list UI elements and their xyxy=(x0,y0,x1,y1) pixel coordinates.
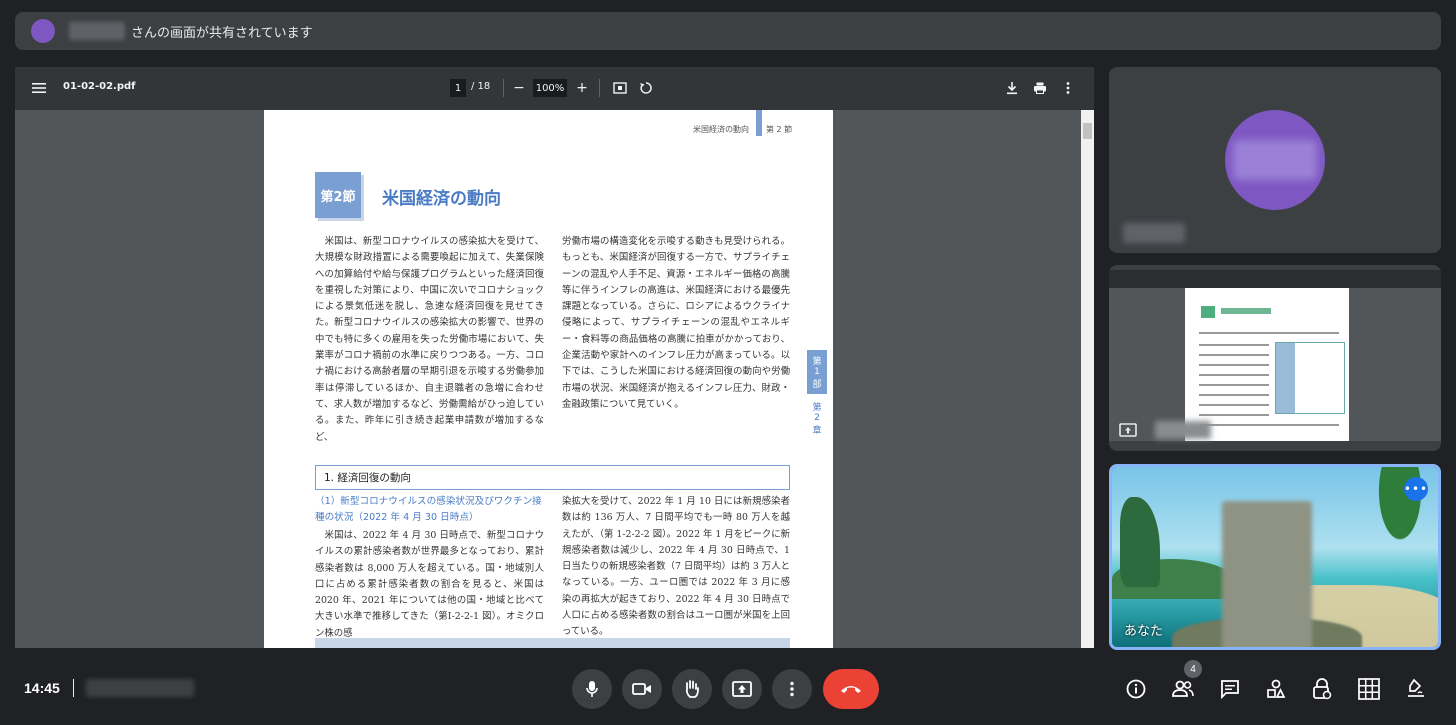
presenter-tile[interactable] xyxy=(1109,265,1441,451)
chat-icon xyxy=(1221,680,1239,699)
divider xyxy=(73,679,74,697)
running-head-bar xyxy=(756,110,762,136)
zoom-out-icon[interactable]: − xyxy=(510,78,528,98)
more-actions-button[interactable] xyxy=(772,669,812,709)
self-video-tile[interactable]: あなた ••• xyxy=(1109,464,1441,650)
page-total: / 18 xyxy=(471,81,491,92)
shared-screen-pdf-viewer: 01-02-02.pdf 1 / 18 − 100% + 米国経済の動向 第 2… xyxy=(15,67,1094,648)
more-options-icon[interactable] xyxy=(1059,78,1077,98)
camera-button[interactable] xyxy=(622,669,662,709)
activities-button[interactable] xyxy=(1264,677,1288,701)
toolbar-divider xyxy=(503,79,504,97)
camera-icon xyxy=(632,683,651,695)
grid-icon xyxy=(1358,678,1380,700)
presenter-name-blurred xyxy=(1155,421,1211,439)
pdf-scrollbar-thumb[interactable] xyxy=(1083,123,1092,139)
people-count-badge: 4 xyxy=(1184,660,1202,678)
section-title: 米国経済の動向 xyxy=(382,189,501,209)
transcript-mic-icon xyxy=(1408,678,1424,697)
layout-button[interactable] xyxy=(1357,677,1381,701)
body-text-left: 米国は、新型コロナウイルスの感染拡大を受けて、大規模な財政措置による需要喚起に加… xyxy=(315,236,544,443)
toolbar-divider xyxy=(599,79,600,97)
presenter-avatar xyxy=(31,19,55,43)
mic-icon xyxy=(586,681,598,697)
presenter-preview-toolbar xyxy=(1109,270,1441,288)
participant-avatar xyxy=(1225,110,1325,210)
more-vert-icon xyxy=(790,681,794,697)
meeting-code-blurred xyxy=(86,679,194,697)
fit-page-icon[interactable] xyxy=(611,78,629,98)
mic-button[interactable] xyxy=(572,669,612,709)
activities-icon xyxy=(1267,679,1286,698)
pdf-scrollbar[interactable] xyxy=(1081,110,1094,648)
pdf-page: 米国経済の動向 第 2 節 第2節 米国経済の動向 米国は、新型コロナウイルスの… xyxy=(264,110,833,648)
raise-hand-button[interactable] xyxy=(672,669,712,709)
present-button[interactable] xyxy=(722,669,762,709)
meeting-controls-bar: 14:45 4 xyxy=(0,660,1456,725)
people-button[interactable] xyxy=(1171,677,1195,701)
lock-person-icon xyxy=(1313,678,1332,700)
self-label: あなた xyxy=(1124,624,1164,639)
presenter-preview-page xyxy=(1185,288,1349,441)
subsection-heading: 1. 経済回復の動向 xyxy=(315,465,790,490)
captions-button[interactable] xyxy=(1404,677,1428,701)
participant-tile[interactable] xyxy=(1109,67,1441,253)
download-icon[interactable] xyxy=(1003,78,1021,98)
body-text-right: 労働市場の構造変化を示唆する動きも見受けられる。もっとも、米国経済が回復する一方… xyxy=(562,236,790,410)
more-options-button[interactable]: ••• xyxy=(1404,477,1428,501)
section-badge: 第2節 xyxy=(315,172,361,218)
info-icon xyxy=(1126,679,1146,699)
body-text-right-2: 染拡大を受けて、2022 年 1 月 10 日には新規感染者数は約 136 万人… xyxy=(562,496,790,638)
pdf-toolbar: 01-02-02.pdf 1 / 18 − 100% + xyxy=(15,67,1094,110)
screen-share-banner: さんの画面が共有されています xyxy=(15,12,1441,50)
participant-name-blurred xyxy=(1123,223,1185,243)
self-video-blurred-face xyxy=(1222,501,1312,647)
presenter-name-blurred xyxy=(69,22,125,40)
present-icon xyxy=(732,681,752,697)
pdf-filename: 01-02-02.pdf xyxy=(63,81,136,92)
page-number-input[interactable]: 1 xyxy=(450,79,466,97)
raise-hand-icon xyxy=(685,680,699,698)
meeting-info-button[interactable] xyxy=(1124,677,1148,701)
menu-icon[interactable] xyxy=(32,81,46,95)
rotate-icon[interactable] xyxy=(637,78,655,98)
print-icon[interactable] xyxy=(1031,78,1049,98)
host-controls-button[interactable] xyxy=(1310,677,1334,701)
hangup-icon xyxy=(841,686,861,693)
figure-caption-bar xyxy=(315,638,790,648)
part-side-tab: 第 1 部 xyxy=(807,350,827,394)
clock-time: 14:45 xyxy=(24,680,60,696)
zoom-in-icon[interactable]: + xyxy=(573,78,591,98)
banner-text: さんの画面が共有されています xyxy=(131,25,313,41)
zoom-level-input[interactable]: 100% xyxy=(533,79,567,97)
hangup-button[interactable] xyxy=(823,669,879,709)
body-text-left-2: 米国は、2022 年 4 月 30 日時点で、新型コロナウイルスの累計感染者数が… xyxy=(315,530,544,639)
chat-button[interactable] xyxy=(1218,677,1242,701)
subsubsection-heading: （1）新型コロナウイルスの感染状況及びワクチン接種の状況（2022 年 4 月 … xyxy=(315,496,542,523)
presenting-icon xyxy=(1119,423,1137,437)
running-head: 米国経済の動向 xyxy=(693,125,749,134)
running-head-part: 第 2 節 xyxy=(766,125,793,134)
chapter-side-tab: 第 2 章 xyxy=(812,403,822,436)
people-icon xyxy=(1172,680,1194,697)
